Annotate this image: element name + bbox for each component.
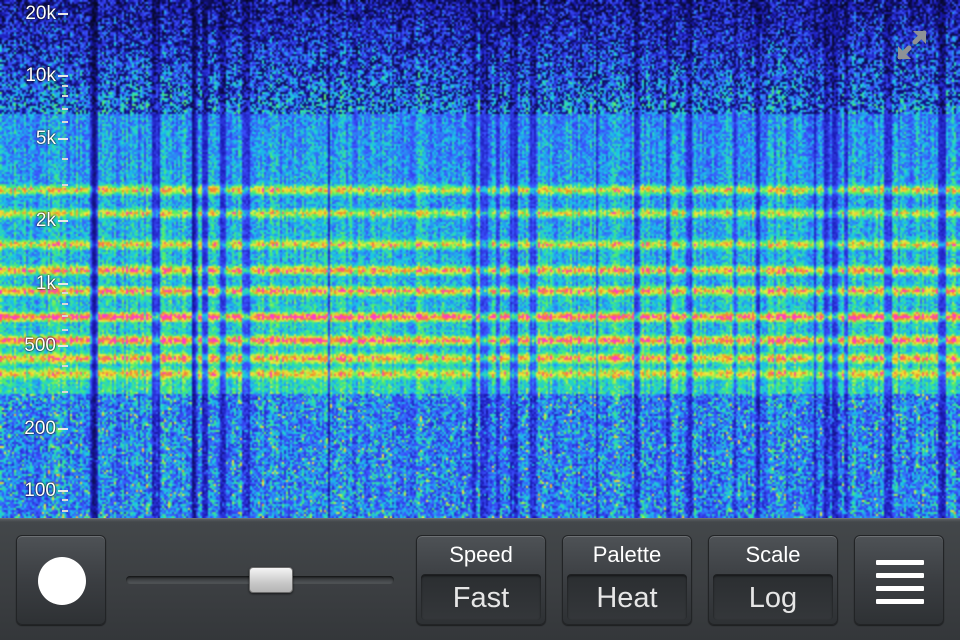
speed-value-box: Fast [421, 574, 541, 620]
speed-value: Fast [452, 582, 510, 614]
record-button[interactable] [16, 535, 106, 625]
menu-bar [876, 599, 924, 604]
spectrogram-canvas [0, 0, 960, 518]
scale-value-box: Log [713, 574, 833, 620]
speed-button[interactable]: Speed Fast [416, 535, 546, 625]
expand-icon [897, 30, 927, 60]
palette-value: Heat [596, 582, 658, 614]
record-icon [38, 557, 86, 605]
expand-button[interactable] [893, 26, 931, 64]
menu-bar [876, 586, 924, 591]
speed-title: Speed [449, 542, 513, 567]
palette-button[interactable]: Palette Heat [562, 535, 692, 625]
menu-bar [876, 560, 924, 565]
gain-slider[interactable] [126, 565, 394, 595]
palette-title: Palette [592, 542, 662, 567]
menu-icon [876, 560, 924, 604]
palette-value-box: Heat [567, 574, 687, 620]
scale-value: Log [748, 582, 798, 614]
menu-button[interactable] [854, 535, 944, 625]
slider-thumb[interactable] [248, 567, 293, 593]
scale-button[interactable]: Scale Log [708, 535, 838, 625]
scale-title: Scale [745, 542, 801, 567]
spectrogram-app: 20k10k5k2k1k500200100 Speed Fast [0, 0, 960, 640]
bottom-toolbar: Speed Fast Palette Heat Scale Log [0, 518, 960, 640]
menu-bar [876, 573, 924, 578]
spectrogram-view[interactable]: 20k 10k 5k 2k 1k 500 200 100 [0, 0, 960, 518]
